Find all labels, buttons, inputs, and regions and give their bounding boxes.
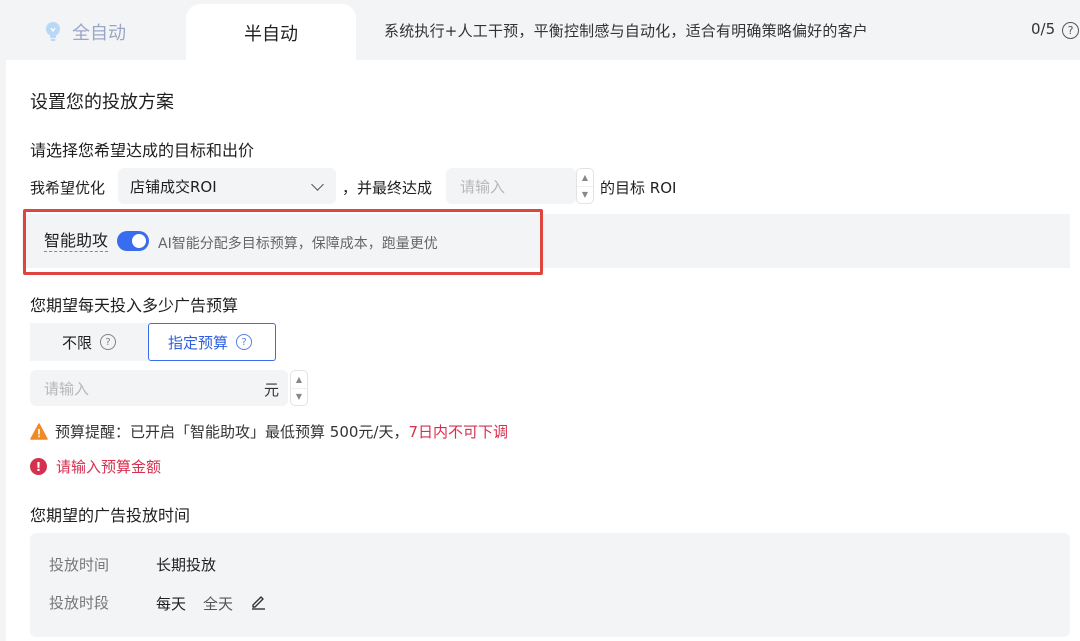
- page-title: 设置您的投放方案: [30, 92, 174, 113]
- smart-assist-label: 智能助攻: [44, 231, 109, 252]
- smart-assist-description: AI智能分配多目标预算，保障成本，跑量更优: [158, 236, 438, 252]
- achieve-label: ，并最终达成: [342, 179, 433, 197]
- tab-semi-auto[interactable]: 半自动: [186, 4, 356, 62]
- schedule-period-value: 长期投放: [156, 556, 217, 574]
- tab-description: 系统执行+人工干预，平衡控制感与自动化，适合有明确策略偏好的客户: [384, 22, 868, 40]
- budget-option-fixed-label: 指定预算: [168, 333, 229, 352]
- budget-option-unlimited-label: 不限: [62, 333, 93, 352]
- budget-option-unlimited[interactable]: 不限 ?: [30, 323, 148, 361]
- question-circle-icon[interactable]: ?: [100, 334, 117, 350]
- pencil-icon[interactable]: [250, 593, 267, 610]
- stepper-down-icon[interactable]: ▼: [291, 389, 307, 406]
- goal-section-title: 请选择您希望达成的目标和出价: [30, 141, 255, 160]
- lightbulb-icon: [46, 22, 60, 41]
- budget-warning-emphasis: 7日内不可下调: [408, 423, 509, 441]
- question-circle-icon[interactable]: ?: [1062, 22, 1079, 39]
- schedule-slot-day: 每天: [156, 595, 187, 613]
- plan-count: 0/5: [1031, 20, 1056, 38]
- schedule-slot-time: 全天: [203, 595, 234, 613]
- exclamation-circle-icon: !: [30, 458, 47, 475]
- schedule-period-key: 投放时间: [49, 556, 110, 574]
- optimize-prefix-label: 我希望优化: [30, 179, 106, 197]
- schedule-section-title: 您期望的广告投放时间: [30, 506, 191, 525]
- chevron-down-icon: [311, 178, 324, 191]
- toggle-knob: [132, 234, 146, 248]
- budget-error-text: 请输入预算金额: [56, 458, 162, 476]
- tab-full-auto[interactable]: 全自动: [30, 10, 180, 54]
- optimize-target-value: 店铺成交ROI: [130, 177, 217, 196]
- budget-warning: 预算提醒：已开启「智能助攻」最低预算 500元/天，7日内不可下调: [30, 421, 508, 442]
- budget-section-title: 您期望每天投入多少广告预算: [30, 296, 239, 315]
- budget-error: ! 请输入预算金额: [30, 456, 161, 477]
- schedule-slot-key: 投放时段: [49, 594, 110, 612]
- budget-unit: 元: [264, 381, 280, 399]
- budget-warning-main: 预算提醒：已开启「智能助攻」最低预算 500元/天，: [55, 423, 409, 441]
- tab-semi-auto-label: 半自动: [244, 24, 298, 45]
- budget-amount-input[interactable]: 请输入: [30, 370, 288, 406]
- budget-amount-stepper[interactable]: ▲ ▼: [290, 370, 308, 406]
- stepper-down-icon[interactable]: ▼: [577, 187, 593, 204]
- stepper-up-icon[interactable]: ▲: [577, 169, 593, 187]
- target-roi-input[interactable]: 请输入: [446, 168, 576, 204]
- warning-triangle-icon: [30, 423, 48, 440]
- mode-tabs: 全自动 半自动 系统执行+人工干预，平衡控制感与自动化，适合有明确策略偏好的客户…: [0, 0, 1080, 62]
- target-roi-stepper[interactable]: ▲ ▼: [576, 168, 594, 204]
- budget-amount-placeholder: 请输入: [44, 379, 90, 398]
- budget-warning-text: 预算提醒：已开启「智能助攻」最低预算 500元/天，7日内不可下调: [55, 421, 508, 442]
- target-roi-placeholder: 请输入: [460, 177, 506, 196]
- smart-assist-toggle[interactable]: [117, 231, 149, 251]
- question-circle-icon[interactable]: ?: [236, 334, 253, 350]
- schedule-box: [30, 533, 1070, 637]
- target-roi-suffix: 的目标 ROI: [600, 179, 677, 197]
- budget-option-fixed[interactable]: 指定预算 ?: [148, 323, 276, 361]
- stepper-up-icon[interactable]: ▲: [291, 371, 307, 389]
- optimize-target-select[interactable]: 店铺成交ROI: [118, 168, 336, 204]
- tab-full-auto-label: 全自动: [72, 23, 126, 44]
